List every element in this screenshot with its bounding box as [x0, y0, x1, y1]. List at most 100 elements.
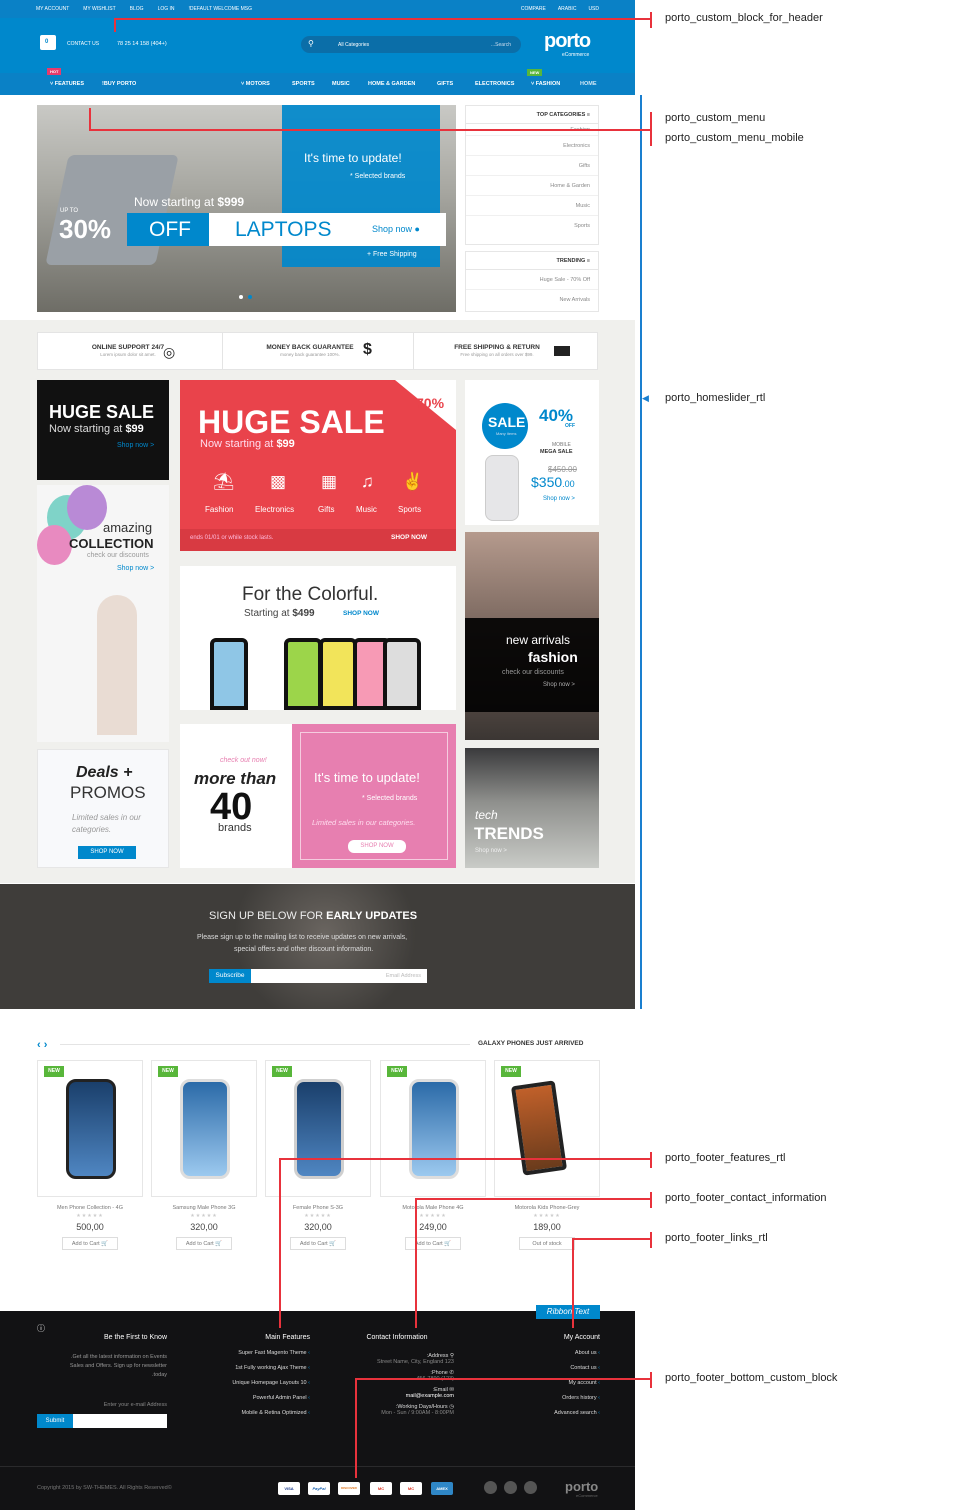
huge-sale-dark-title: HUGE SALE — [49, 402, 155, 422]
mobile-shop[interactable]: Shop now > — [543, 496, 575, 502]
product-name[interactable]: Samsung Male Phone 3G — [151, 1205, 257, 1211]
footer-feature-item[interactable]: 1st Fully working Ajax Theme ‹ — [200, 1365, 310, 1371]
nav-gifts[interactable]: GIFTS — [437, 81, 453, 87]
product-price: 189,00 — [533, 1222, 561, 1232]
add-to-cart-button[interactable]: Add to Cart 🛒 — [62, 1237, 118, 1250]
new-badge: NEW — [501, 1066, 521, 1077]
product-card[interactable]: NEW Samsung Male Phone 3G ★★★★★ 320,00 A… — [151, 1060, 257, 1250]
tech-trends-banner[interactable]: tech TRENDS Shop now > — [465, 748, 599, 868]
amazing-collection-banner[interactable]: amazing COLLECTION check our discounts S… — [37, 485, 169, 742]
huge-sale-dark-shop[interactable]: Shop now > — [117, 442, 154, 449]
add-to-cart-button[interactable]: Add to Cart 🛒 — [176, 1237, 232, 1250]
footer-link[interactable]: Contact us ‹ — [520, 1365, 600, 1371]
colorful-banner[interactable]: For the Colorful. Starting at $499 SHOP … — [180, 566, 456, 710]
footer-link[interactable]: My account ‹ — [520, 1380, 601, 1386]
language-switcher[interactable]: ARABIC — [558, 6, 577, 12]
sale-cat-gifts[interactable]: Gifts — [318, 505, 334, 514]
nav-music[interactable]: MUSIC — [332, 81, 350, 87]
carousel-arrows[interactable]: ‹ › — [37, 1039, 47, 1051]
footer-email-input[interactable]: Submit — [37, 1414, 167, 1428]
contact-us-link[interactable]: CONTACT US — [67, 41, 99, 47]
category-gifts[interactable]: Gifts — [466, 156, 598, 176]
footer-logo[interactable]: porto — [565, 1479, 598, 1494]
sale-cat-music[interactable]: Music — [356, 505, 377, 514]
footer-feature-item[interactable]: Powerful Admin Panel ‹ — [200, 1395, 310, 1401]
search-input[interactable]: ...Search — [491, 42, 511, 48]
update-shop-button[interactable]: SHOP NOW — [348, 840, 406, 853]
deals-promos-banner[interactable]: Deals + PROMOS Limited sales in our cate… — [37, 749, 169, 868]
fashion-shop[interactable]: Shop now > — [543, 682, 575, 688]
nav-fashion[interactable]: ˅ FASHION — [531, 81, 560, 87]
add-to-cart-button[interactable]: Add to Cart 🛒 — [290, 1237, 346, 1250]
colorful-shop[interactable]: SHOP NOW — [343, 610, 379, 617]
footer-feature-label: Unique Homepage Layouts 10 — [232, 1380, 307, 1386]
nav-electronics[interactable]: ELECTRONICS — [475, 81, 514, 87]
huge-sale-red-banner[interactable]: 70% HUGE SALE Now starting at $99 ⛱ ▩ ▦ … — [180, 380, 456, 551]
blog-link[interactable]: BLOG — [130, 6, 144, 12]
product-card[interactable]: NEW Motorola Male Phone 4G ★★★★★ 249,00 … — [380, 1060, 486, 1250]
amazing-shop[interactable]: Shop now > — [117, 565, 154, 572]
sale-cat-electronics[interactable]: Electronics — [255, 505, 294, 514]
product-name[interactable]: Motorola Male Phone 4G — [380, 1205, 486, 1211]
subscribe-button[interactable]: Subscribe — [209, 969, 251, 983]
product-name[interactable]: Motorola Kids Phone-Grey — [494, 1205, 600, 1211]
category-select[interactable]: All Categories — [338, 42, 369, 48]
footer-col1-text-3: .today — [152, 1372, 167, 1378]
product-card[interactable]: NEW Motorola Kids Phone-Grey ★★★★★ 189,0… — [494, 1060, 600, 1250]
nav-sports[interactable]: SPORTS — [292, 81, 315, 87]
trending-huge-sale[interactable]: Huge Sale - 70% Off — [466, 270, 598, 290]
product-image[interactable]: NEW — [494, 1060, 600, 1197]
category-music[interactable]: Music — [466, 196, 598, 216]
nav-home[interactable]: HOME — [580, 81, 597, 87]
annotation-footer-links: porto_footer_links_rtl — [665, 1232, 768, 1244]
search-icon[interactable]: ⚲ — [308, 39, 314, 48]
category-home-garden[interactable]: Home & Garden — [466, 176, 598, 196]
add-to-cart-button[interactable]: Add to Cart 🛒 — [405, 1237, 461, 1250]
slider-dot-1[interactable] — [239, 295, 243, 299]
footer-feature-item[interactable]: Unique Homepage Layouts 10 ‹ — [200, 1380, 310, 1386]
sale-cat-fashion[interactable]: Fashion — [205, 505, 233, 514]
newsletter-email-input[interactable]: Email Address — [251, 969, 427, 983]
email-value[interactable]: mail@example.com — [340, 1393, 454, 1399]
twitter-icon[interactable] — [504, 1481, 517, 1494]
cart-icon[interactable]: 0 — [40, 35, 56, 50]
nav-features[interactable]: ˅ FEATURES — [50, 81, 84, 87]
product-image[interactable]: NEW — [151, 1060, 257, 1197]
slider-dot-2[interactable] — [248, 295, 252, 299]
category-sports[interactable]: Sports — [466, 216, 598, 236]
currency-switcher[interactable]: USD — [588, 6, 599, 12]
home-slider[interactable]: It's time to update! * Selected brands N… — [37, 105, 456, 312]
product-image[interactable]: NEW — [380, 1060, 486, 1197]
my-wishlist-link[interactable]: MY WISHLIST — [83, 6, 115, 12]
mobile-sale-banner[interactable]: SALE Many items 40% OFF MOBILE MEGA SALE… — [465, 380, 599, 525]
product-image[interactable]: NEW — [37, 1060, 143, 1197]
sale-cat-sports[interactable]: Sports — [398, 505, 421, 514]
footer-link[interactable]: Advanced search ‹ — [520, 1410, 600, 1416]
footer-link[interactable]: About us ‹ — [520, 1350, 600, 1356]
linkedin-icon[interactable] — [484, 1481, 497, 1494]
huge-sale-dark-banner[interactable]: HUGE SALE Now starting at $99 Shop now > — [37, 380, 169, 480]
brands-banner[interactable]: check out now! more than 40 brands It's … — [180, 724, 456, 868]
footer-feature-item[interactable]: Mobile & Retina Optimized ‹ — [200, 1410, 311, 1416]
facebook-icon[interactable] — [524, 1481, 537, 1494]
nav-motors[interactable]: ˅ MOTORS — [241, 81, 270, 87]
footer-link[interactable]: Orders history ‹ — [520, 1395, 600, 1401]
product-card[interactable]: NEW Men Phone Collection - 4G ★★★★★ 500,… — [37, 1060, 143, 1250]
nav-home-garden[interactable]: HOME & GARDEN — [368, 81, 415, 87]
deals-shop-button[interactable]: SHOP NOW — [78, 846, 136, 859]
footer-submit-button[interactable]: Submit — [37, 1414, 73, 1428]
sale-shop-button[interactable]: SHOP NOW — [391, 534, 427, 541]
feature-divider-2 — [413, 333, 414, 369]
hero-shop-now[interactable]: Shop now ● — [372, 224, 420, 234]
login-link[interactable]: LOG IN — [158, 6, 175, 12]
nav-buy-porto[interactable]: !BUY PORTO — [102, 81, 136, 87]
tech-shop[interactable]: Shop now > — [475, 848, 507, 854]
trending-new-arrivals[interactable]: New Arrivals — [466, 290, 598, 310]
compare-link[interactable]: COMPARE — [521, 6, 546, 12]
my-account-link[interactable]: MY ACCOUNT — [36, 6, 69, 12]
product-name[interactable]: Men Phone Collection - 4G — [37, 1205, 143, 1211]
footer-feature-item[interactable]: Super Fast Magento Theme ‹ — [200, 1350, 310, 1356]
category-electronics[interactable]: Electronics — [466, 136, 598, 156]
logo[interactable]: porto — [544, 30, 591, 53]
fashion-arrivals-banner[interactable]: new arrivals fashion check our discounts… — [465, 532, 599, 740]
